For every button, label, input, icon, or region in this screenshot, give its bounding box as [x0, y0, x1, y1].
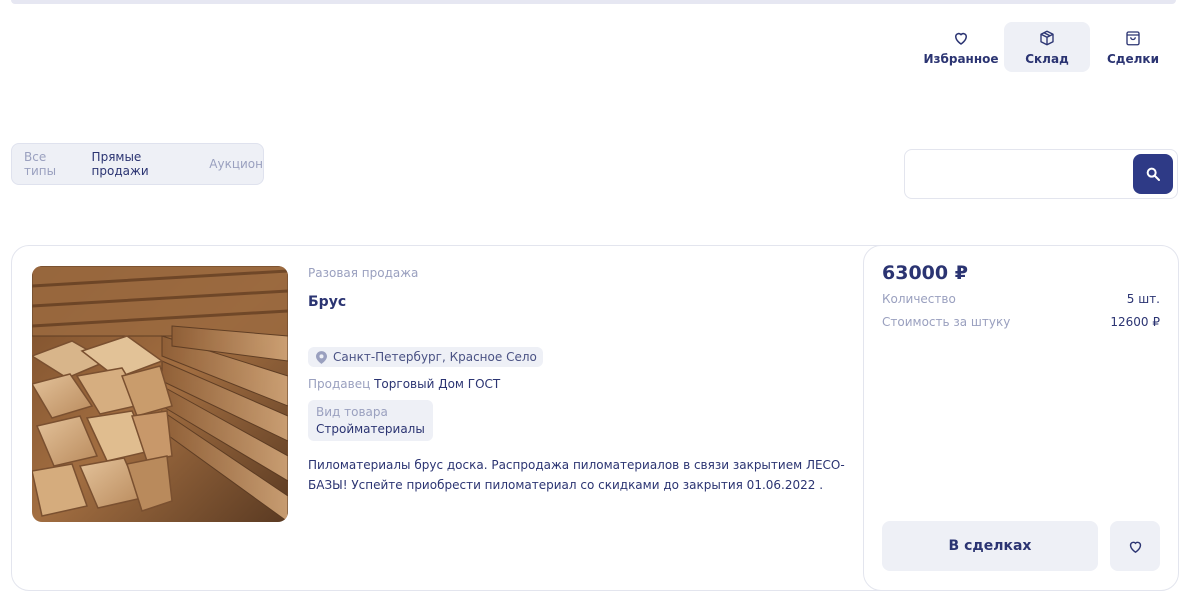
bag-icon: [1126, 30, 1140, 45]
unit-price-label: Стоимость за штуку: [882, 315, 1011, 329]
nav-warehouse-label: Склад: [1025, 51, 1069, 66]
unit-price-value: 12600 ₽: [1110, 315, 1160, 329]
search-button[interactable]: [1133, 154, 1173, 194]
top-nav: Избранное Склад Сделки: [918, 22, 1176, 72]
top-bar: [11, 0, 1176, 4]
nav-deals-label: Сделки: [1107, 51, 1159, 66]
kind-value: Стройматериалы: [316, 421, 425, 436]
seller-line: Продавец Торговый Дом ГОСТ: [308, 377, 848, 391]
lumber-image: [32, 266, 288, 522]
search-icon: [1146, 167, 1160, 181]
product-photo[interactable]: [32, 266, 288, 522]
price-panel: 63000 ₽ Количество 5 шт. Стоимость за шт…: [863, 245, 1179, 591]
seller-name[interactable]: Торговый Дом ГОСТ: [374, 377, 500, 391]
heart-icon: [1129, 541, 1141, 553]
listing-description: Пиломатериалы брус доска. Распродажа пил…: [308, 457, 845, 492]
qty-row: Количество 5 шт.: [882, 292, 1160, 306]
nav-deals[interactable]: Сделки: [1090, 22, 1176, 72]
listing-info: Разовая продажа Брус Санкт-Петербург, Кр…: [308, 266, 848, 495]
filter-auction[interactable]: Аукцион: [209, 157, 263, 171]
nav-warehouse[interactable]: Склад: [1004, 22, 1090, 72]
listing-card[interactable]: Разовая продажа Брус Санкт-Петербург, Кр…: [11, 245, 1179, 591]
location-pin-icon: [316, 350, 327, 364]
nav-favorites[interactable]: Избранное: [918, 22, 1004, 72]
nav-favorites-label: Избранное: [923, 51, 999, 66]
box-icon: [1040, 30, 1054, 45]
search-box: [904, 149, 1178, 199]
search-input[interactable]: [913, 158, 1133, 190]
location-text: Санкт-Петербург, Красное Село: [333, 350, 537, 364]
qty-value: 5 шт.: [1126, 292, 1160, 306]
product-kind: Вид товара Стройматериалы: [308, 399, 433, 441]
total-price: 63000 ₽: [882, 262, 968, 284]
filter-all[interactable]: Все типы: [24, 150, 80, 178]
in-deals-button[interactable]: В сделках: [882, 521, 1098, 571]
location-badge: Санкт-Петербург, Красное Село: [308, 347, 543, 367]
type-filter: Все типы Прямые продажи Аукцион: [11, 143, 264, 185]
filter-direct[interactable]: Прямые продажи: [92, 150, 198, 178]
heart-icon: [954, 32, 968, 45]
seller-label: Продавец: [308, 376, 371, 391]
unit-price-row: Стоимость за штуку 12600 ₽: [882, 315, 1160, 329]
listing-title[interactable]: Брус: [308, 294, 848, 310]
kind-label: Вид товара: [316, 404, 388, 419]
sale-type: Разовая продажа: [308, 266, 419, 280]
add-favorite-button[interactable]: [1110, 521, 1160, 571]
qty-label: Количество: [882, 292, 956, 306]
